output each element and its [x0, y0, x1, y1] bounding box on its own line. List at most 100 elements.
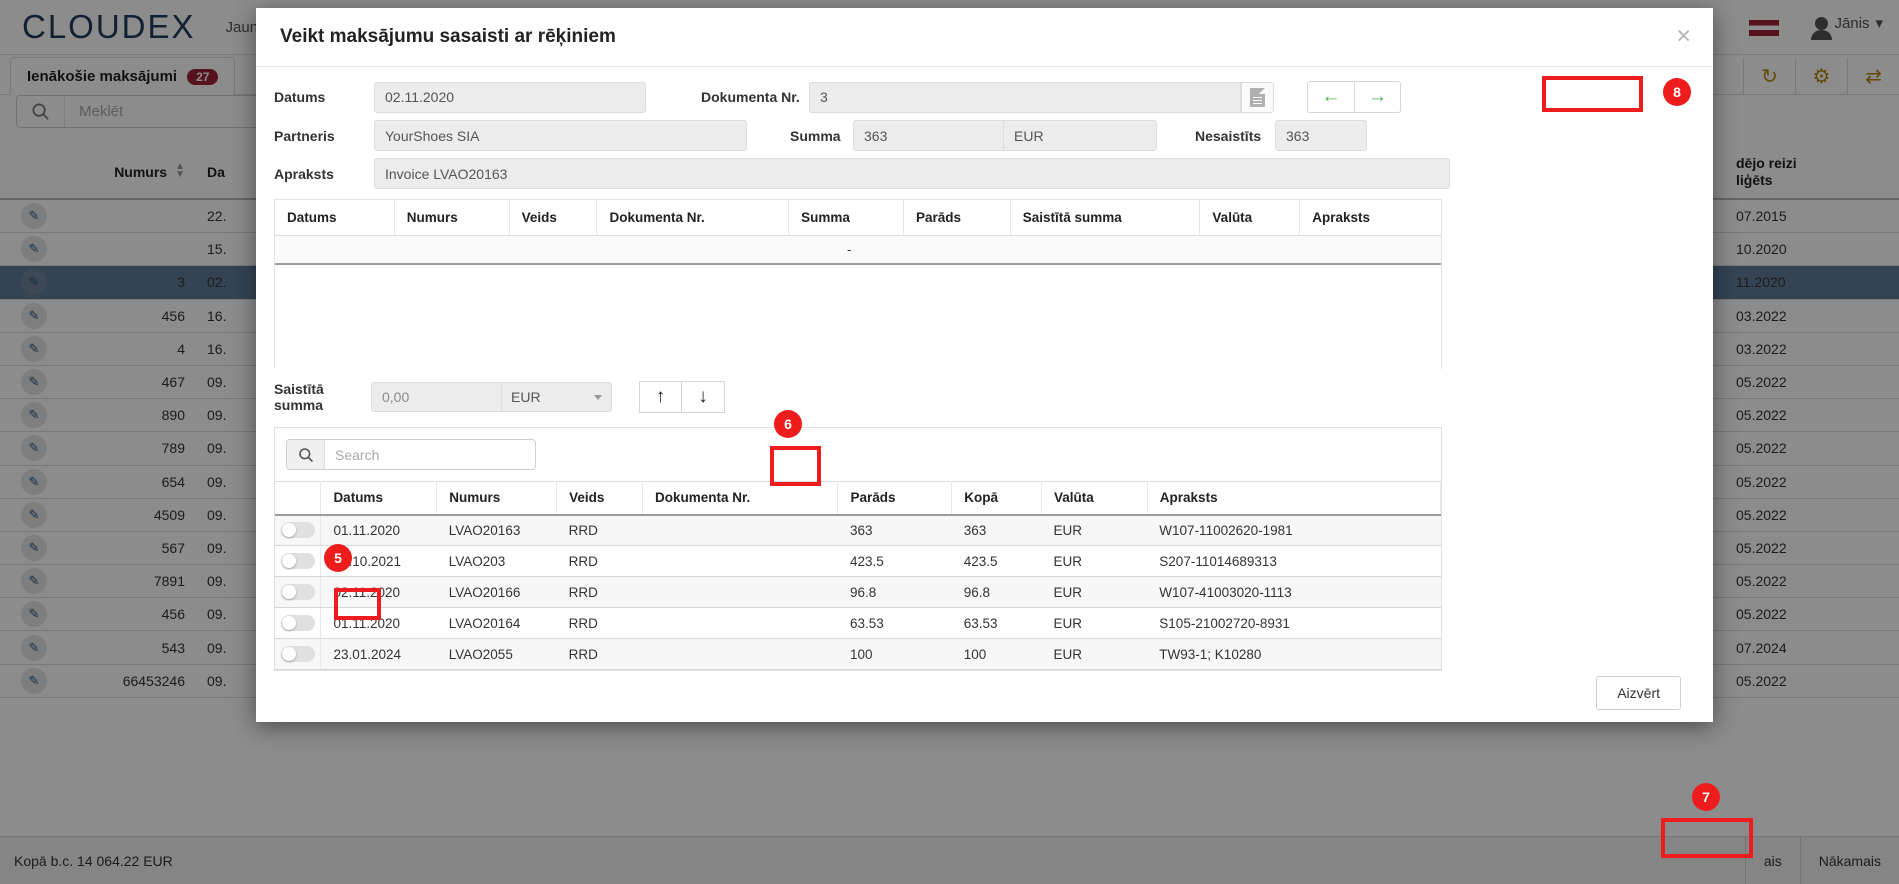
row-select-toggle[interactable] [275, 576, 322, 608]
linked-col-header[interactable]: Datums [275, 200, 395, 235]
cell-veids: RRD [556, 576, 643, 608]
input-summa-currency[interactable]: EUR [1004, 120, 1157, 151]
link-amount-row: Saistītā summa 0,00 EUR ↑ ↓ [274, 381, 1695, 413]
cell-datums: 01.11.2020 [320, 514, 437, 546]
input-summa[interactable]: 363 [853, 120, 1004, 151]
linked-col-header[interactable]: Dokumenta Nr. [597, 200, 790, 235]
invoice-col-header[interactable]: Apraksts [1147, 481, 1442, 516]
toggle-switch[interactable] [280, 615, 315, 632]
invoice-col-header[interactable]: Dokumenta Nr. [642, 481, 839, 516]
input-datums[interactable]: 02.11.2020 [374, 81, 646, 113]
cell-parads: 96.8 [837, 576, 952, 608]
cell-kopa: 363 [951, 514, 1042, 546]
next-record-button[interactable]: → [1354, 82, 1400, 112]
toggle-switch[interactable] [280, 646, 315, 663]
linked-items-empty-area [275, 265, 1441, 369]
linked-col-header[interactable]: Parāds [904, 200, 1011, 235]
invoice-row[interactable]: 01.11.2020 LVAO20164 RRD 63.53 63.53 EUR S105-… [275, 607, 1441, 639]
cell-valuta: EUR [1041, 514, 1148, 546]
cell-parads: 423.5 [837, 545, 952, 577]
input-apraksts[interactable]: Invoice LVAO20163 [374, 158, 1450, 189]
input-saistita-summa[interactable]: 0,00 [371, 382, 502, 412]
invoice-table: Datums Numurs Veids Dokumenta Nr. Parāds Kopā… [275, 481, 1442, 670]
invoice-col-header[interactable]: Veids [556, 481, 643, 516]
select-saistita-summa-currency[interactable]: EUR [502, 382, 612, 412]
dialog-body: Datums 02.11.2020 Dokumenta Nr. 3 ← → Pa… [256, 67, 1713, 671]
label-apraksts: Apraksts [274, 165, 334, 182]
cell-datums: 01.11.2020 [320, 607, 437, 639]
dialog-header: Veikt maksājumu sasaisti ar rēķiniem [256, 8, 1713, 67]
cell-apraksts: S105-21002720-8931 [1147, 607, 1441, 639]
close-icon[interactable]: × [1676, 24, 1691, 49]
linked-col-header[interactable]: Apraksts [1300, 200, 1441, 235]
cell-veids: RRD [556, 545, 643, 577]
annotation-badge-8: 8 [1663, 78, 1691, 106]
invoice-col-header[interactable]: Datums [320, 481, 438, 516]
linked-items-summary-row: - [275, 236, 1441, 265]
invoice-search-placeholder[interactable]: Search [325, 447, 379, 463]
linked-col-header[interactable]: Veids [510, 200, 598, 235]
search-icon [287, 440, 325, 469]
cell-apraksts: S207-11014689313 [1147, 545, 1441, 577]
invoice-col-header[interactable]: Kopā [951, 481, 1043, 516]
invoice-col-header[interactable]: Numurs [436, 481, 558, 516]
cell-apraksts: W107-41003020-1113 [1147, 576, 1441, 608]
record-navigation: ← → [1307, 81, 1401, 113]
toggle-switch[interactable] [280, 553, 315, 570]
document-icon [1250, 87, 1265, 107]
invoice-selection-panel: Search Datums Numurs Veids Dokumenta Nr. Par… [274, 427, 1442, 671]
label-datums: Datums [274, 89, 326, 105]
form-row-2: Partneris YourShoes SIA Summa 363 EUR Ne… [274, 120, 1695, 151]
payment-link-dialog: Veikt maksājumu sasaisti ar rēķiniem × D… [256, 8, 1713, 722]
invoice-search-box[interactable]: Search [286, 439, 536, 470]
invoice-col-header[interactable]: Parāds [837, 481, 953, 516]
linked-col-header[interactable]: Numurs [395, 200, 510, 235]
dialog-footer: Aizvērt [256, 664, 1713, 722]
label-summa: Summa [790, 127, 841, 144]
cell-numurs: LVAO20166 [436, 576, 557, 608]
cell-veids: RRD [556, 607, 643, 639]
input-nesaistits[interactable]: 363 [1275, 120, 1367, 151]
toggle-switch[interactable] [280, 522, 315, 539]
linked-col-header[interactable]: Summa [789, 200, 904, 235]
invoice-row[interactable]: 01.11.2020 LVAO20163 RRD 363 363 EUR W107-1100… [275, 514, 1441, 546]
link-up-button[interactable]: ↑ [639, 381, 682, 413]
row-select-toggle[interactable] [275, 607, 322, 639]
dialog-title: Veikt maksājumu sasaisti ar rēķiniem [280, 26, 616, 47]
prev-record-button[interactable]: ← [1308, 82, 1354, 112]
close-dialog-button[interactable]: Aizvērt [1596, 676, 1681, 710]
cell-parads: 63.53 [837, 607, 952, 639]
screen-root: CLOUDEX Jauns▾ Jānis ▾ Ienākošie maksāju… [0, 0, 1899, 884]
annotation-badge-7: 7 [1692, 783, 1720, 811]
invoice-col-header[interactable] [275, 481, 322, 516]
toggle-switch[interactable] [280, 584, 315, 601]
linked-items-header: Datums Numurs Veids Dokumenta Nr. Summa Parād… [275, 200, 1441, 236]
cell-kopa: 63.53 [951, 607, 1042, 639]
invoice-row[interactable]: 28.10.2021 LVAO203 RRD 423.5 423.5 EUR S207-11… [275, 545, 1441, 577]
link-down-button[interactable]: ↓ [682, 381, 725, 413]
linked-col-header[interactable]: Valūta [1200, 200, 1301, 235]
invoice-table-body: 01.11.2020 LVAO20163 RRD 363 363 EUR W107-1100… [275, 514, 1441, 670]
input-dokumenta-nr[interactable]: 3 [809, 81, 1241, 113]
cell-dok [642, 514, 838, 546]
cell-dok [642, 607, 838, 639]
linked-col-header[interactable]: Saistītā summa [1011, 200, 1201, 235]
invoice-row[interactable]: 02.11.2020 LVAO20166 RRD 96.8 96.8 EUR W107-41… [275, 576, 1441, 608]
input-partneris[interactable]: YourShoes SIA [374, 120, 747, 151]
cell-kopa: 96.8 [951, 576, 1042, 608]
cell-valuta: EUR [1041, 576, 1148, 608]
document-icon-button[interactable] [1241, 81, 1274, 113]
row-select-toggle[interactable] [275, 545, 322, 577]
summary-dash: - [847, 242, 852, 257]
cell-dok [642, 576, 838, 608]
cell-valuta: EUR [1041, 607, 1148, 639]
label-saistita-summa: Saistītā summa [274, 381, 324, 413]
cell-numurs: LVAO20164 [436, 607, 557, 639]
cell-numurs: LVAO20163 [436, 514, 557, 546]
form-row-3: Apraksts Invoice LVAO20163 [274, 158, 1695, 189]
label-partneris: Partneris [274, 127, 335, 144]
invoice-col-header[interactable]: Valūta [1041, 481, 1148, 516]
linked-items-table: Datums Numurs Veids Dokumenta Nr. Summa Parād… [274, 199, 1442, 369]
annotation-badge-5: 5 [324, 544, 352, 572]
row-select-toggle[interactable] [275, 514, 322, 546]
